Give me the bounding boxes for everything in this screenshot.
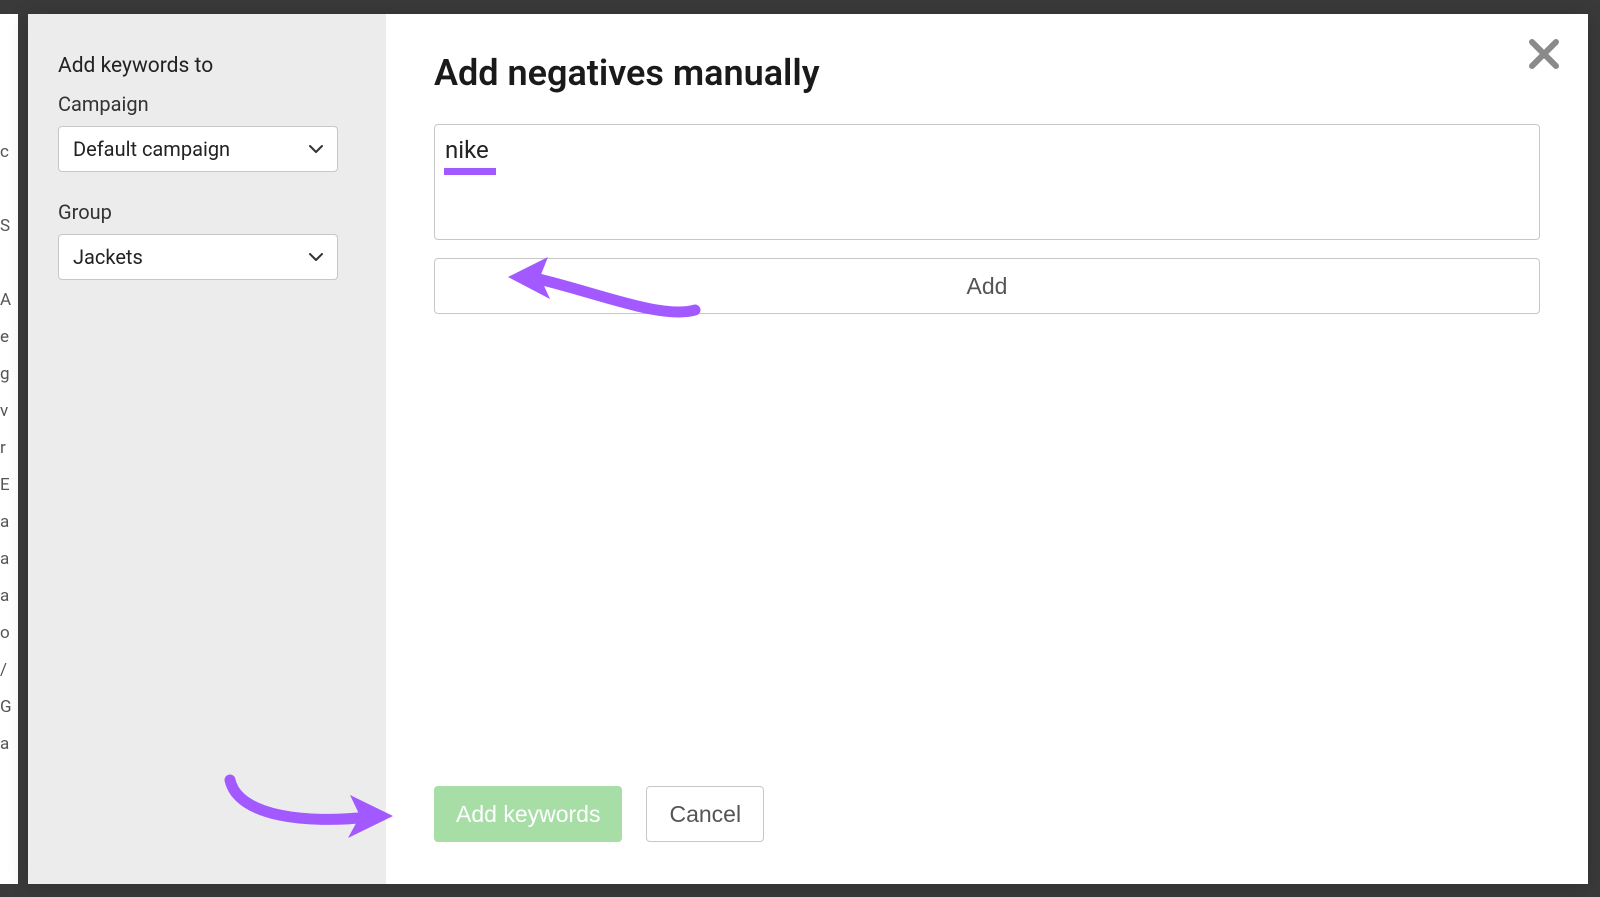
modal-main: Add negatives manually Add Add keywords … [386,14,1588,884]
modal-footer: Add keywords Cancel [434,786,764,842]
close-button[interactable] [1526,36,1562,72]
add-negatives-modal: Add keywords to Campaign Default campaig… [28,14,1588,884]
modal-title: Add negatives manually [434,52,1540,94]
highlight-annotation [444,168,496,175]
background-page-edge: c S AegvrEaaao/Ga [0,14,18,884]
cancel-button[interactable]: Cancel [646,786,764,842]
modal-sidebar: Add keywords to Campaign Default campaig… [28,14,386,884]
group-value: Jackets [73,245,143,269]
campaign-value: Default campaign [73,137,230,161]
sidebar-heading: Add keywords to [58,54,356,78]
keywords-textarea[interactable] [434,124,1540,240]
add-button[interactable]: Add [434,258,1540,314]
campaign-label: Campaign [58,92,356,116]
group-label: Group [58,200,356,224]
close-icon [1526,57,1562,76]
campaign-select[interactable]: Default campaign [58,126,338,172]
add-keywords-button[interactable]: Add keywords [434,786,622,842]
group-select[interactable]: Jackets [58,234,338,280]
